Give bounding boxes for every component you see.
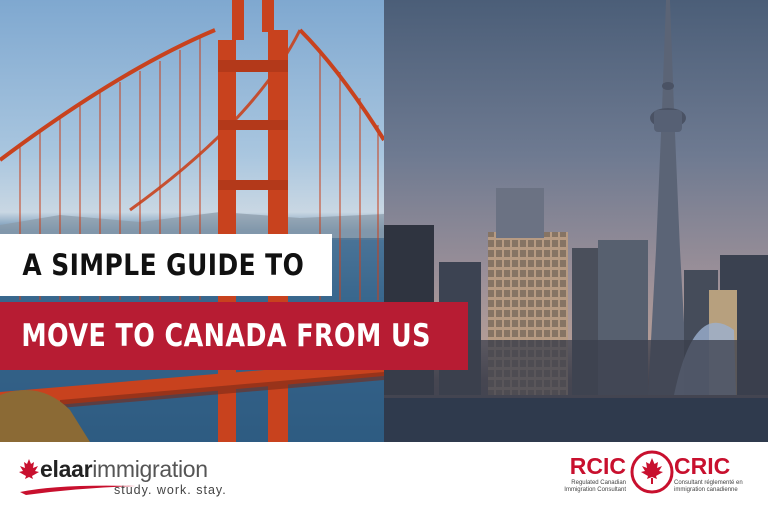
brand-name-regular: immigration [92,456,208,482]
brand-tagline: study. work. stay. [114,483,227,497]
headline-bar-bottom: MOVE TO CANADA FROM US [0,302,468,370]
rcic-code: RCIC [569,453,626,479]
banner: A SIMPLE GUIDE TO MOVE TO CANADA FROM US… [0,0,768,512]
rcic-left: RCIC Regulated Canadian Immigration Cons… [560,454,626,494]
maple-leaf-icon [19,459,39,479]
cric-subtitle: Consultant réglementé en immigration can… [674,480,743,493]
headline-line-1: A SIMPLE GUIDE TO [22,248,305,282]
rcic-subtitle: Regulated Canadian Immigration Consultan… [564,480,626,493]
golden-gate-bridge-photo [0,0,384,442]
toronto-skyline-photo [384,0,768,442]
cric-code: CRIC [674,453,731,479]
cric-right: CRIC Consultant réglementé en immigratio… [674,454,760,494]
maple-leaf-seal-icon [630,450,674,494]
bridge-illustration [0,0,384,442]
brand-name-bold: elaar [40,456,93,482]
rcic-badge: RCIC Regulated Canadian Immigration Cons… [560,450,760,506]
headline-bar-top: A SIMPLE GUIDE TO [0,234,332,296]
skyline-illustration [384,0,768,442]
headline-line-2: MOVE TO CANADA FROM US [21,318,431,354]
brand-name: elaarimmigration [40,456,208,483]
elaar-logo: elaarimmigration study. work. stay. [18,456,258,500]
